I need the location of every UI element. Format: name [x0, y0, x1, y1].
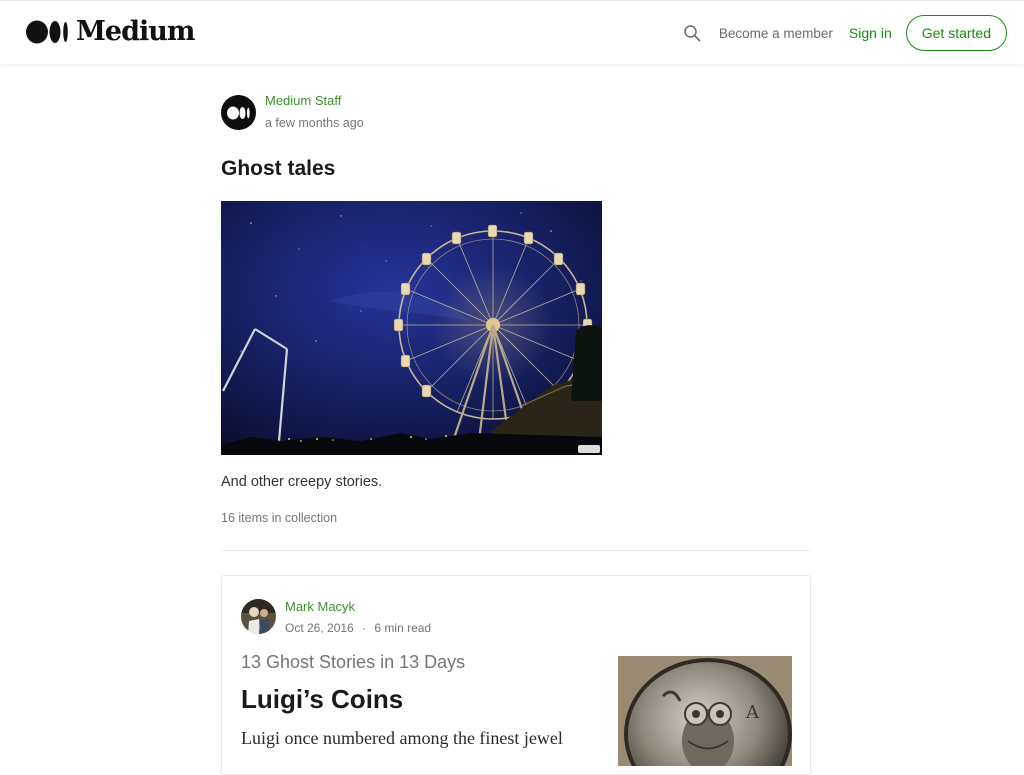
- person-avatar-icon: [241, 599, 276, 634]
- story-card[interactable]: Mark Macyk Oct 26, 2016 · 6 min read 13 …: [221, 575, 811, 775]
- medium-logo-icon: [26, 20, 68, 44]
- author-info: Medium Staff a few months ago: [265, 93, 364, 131]
- posted-time: a few months ago: [265, 116, 364, 130]
- story-author-avatar[interactable]: [241, 599, 276, 634]
- collection-item-count: 16 items in collection: [221, 511, 338, 525]
- story-meta: Oct 26, 2016 · 6 min read: [285, 620, 431, 636]
- story-kicker[interactable]: 13 Ghost Stories in 13 Days: [241, 652, 465, 673]
- top-nav-actions: Become a member Sign in Get started: [683, 15, 1007, 51]
- collection-title: Ghost tales: [221, 157, 336, 180]
- story-read-time: 6 min read: [374, 621, 432, 635]
- svg-text:A: A: [745, 702, 760, 723]
- ferris-wheel-hero-image[interactable]: [221, 201, 602, 455]
- story-title[interactable]: Luigi’s Coins: [241, 684, 403, 715]
- author-avatar[interactable]: [221, 95, 256, 130]
- collection-description: And other creepy stories.: [221, 474, 383, 490]
- become-member-link[interactable]: Become a member: [719, 26, 833, 41]
- author-name-link[interactable]: Medium Staff: [265, 93, 364, 109]
- sign-in-link[interactable]: Sign in: [849, 25, 892, 41]
- owl-coin-thumbnail[interactable]: A: [618, 656, 792, 766]
- story-author: Mark Macyk Oct 26, 2016 · 6 min read: [241, 599, 431, 636]
- get-started-button[interactable]: Get started: [905, 15, 1007, 51]
- section-divider: [221, 550, 811, 551]
- collection-author: Medium Staff a few months ago: [221, 93, 811, 131]
- collection-header: Medium Staff a few months ago Ghost tale…: [221, 93, 811, 526]
- meta-separator: ·: [362, 621, 367, 635]
- medium-avatar-icon: [226, 106, 250, 119]
- medium-logo[interactable]: Medium: [26, 16, 195, 47]
- story-snippet: Luigi once numbered among the finest jew…: [241, 728, 563, 748]
- logo-wordmark: Medium: [76, 16, 195, 47]
- story-author-info: Mark Macyk Oct 26, 2016 · 6 min read: [285, 599, 431, 636]
- story-author-name-link[interactable]: Mark Macyk: [285, 599, 431, 615]
- top-nav-bar: Medium Become a member Sign in Get start…: [0, 0, 1024, 64]
- story-date: Oct 26, 2016: [285, 621, 354, 635]
- search-icon[interactable]: [683, 24, 701, 42]
